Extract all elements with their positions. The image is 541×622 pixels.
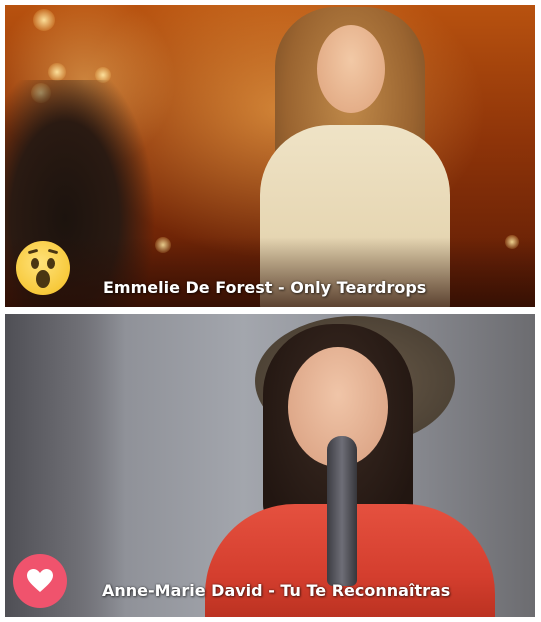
microphone — [327, 436, 357, 586]
heart-icon — [27, 569, 53, 592]
wow-right-eye — [47, 258, 55, 269]
wow-face-icon — [16, 241, 70, 295]
bottom-caption: Anne-Marie David - Tu Te Reconnaîtras — [102, 581, 451, 600]
wow-left-brow — [27, 248, 39, 255]
stage-light-bokeh — [48, 63, 66, 81]
wow-mouth — [36, 270, 50, 288]
singer-face — [317, 25, 385, 113]
top-photo-panel — [5, 5, 535, 307]
top-caption: Emmelie De Forest - Only Teardrops — [103, 278, 427, 297]
bottom-photo-panel — [5, 314, 535, 617]
heart-reaction-icon — [13, 554, 67, 608]
wow-left-eye — [31, 258, 39, 269]
stage-light-bokeh — [33, 9, 55, 31]
wow-right-brow — [47, 248, 59, 255]
